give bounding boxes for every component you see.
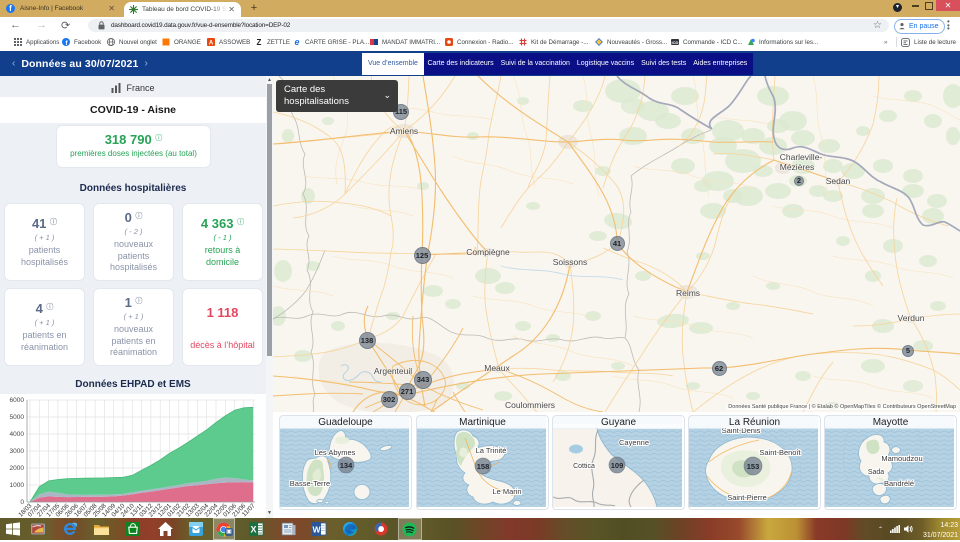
svg-text:2000: 2000 [10, 465, 25, 472]
svg-text:Le Marin: Le Marin [492, 487, 521, 496]
svg-text:W: W [312, 525, 321, 535]
svg-text:4000: 4000 [10, 431, 25, 438]
svg-text:ICD: ICD [672, 40, 679, 45]
svg-text:Cottica: Cottica [573, 463, 595, 470]
svg-text:Les Abymes: Les Abymes [315, 448, 356, 457]
svg-text:Z: Z [257, 38, 262, 46]
svg-text:Saint-Benoît: Saint-Benoît [759, 448, 801, 457]
svg-text:Cayenne: Cayenne [619, 438, 649, 447]
svg-text:153: 153 [747, 462, 760, 471]
svg-text:La Trinité: La Trinité [476, 446, 507, 455]
svg-text:109: 109 [611, 461, 624, 470]
svg-text:e: e [294, 38, 299, 46]
svg-text:Mamoudzou: Mamoudzou [881, 454, 922, 463]
svg-text:1000: 1000 [10, 482, 25, 489]
svg-text:5000: 5000 [10, 414, 25, 421]
svg-text:Sada: Sada [868, 469, 884, 476]
svg-text:0: 0 [20, 499, 24, 506]
svg-text:Saint-Pierre: Saint-Pierre [727, 493, 767, 502]
svg-text:Bandrélé: Bandrélé [884, 479, 914, 488]
svg-text:3000: 3000 [10, 448, 25, 455]
svg-text:X: X [250, 525, 256, 535]
svg-text:134: 134 [340, 461, 353, 470]
svg-text:Basse-Terre: Basse-Terre [290, 479, 330, 488]
svg-text:158: 158 [477, 462, 490, 471]
svg-text:6000: 6000 [10, 397, 25, 404]
svg-text:A: A [209, 40, 214, 46]
